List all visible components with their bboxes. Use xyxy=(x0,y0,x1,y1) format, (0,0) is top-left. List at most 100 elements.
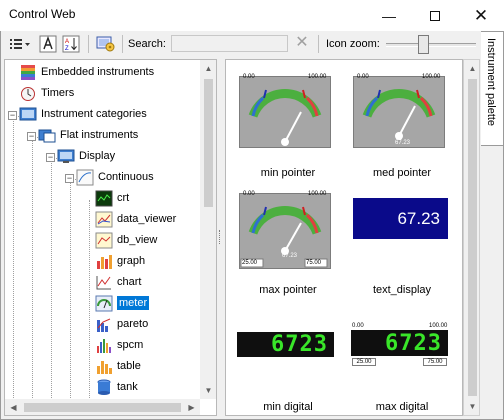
tree-item-spcm[interactable]: spcm xyxy=(95,335,143,355)
scroll-up-icon[interactable]: ▲ xyxy=(464,60,481,77)
gauge-readout: 67.23 xyxy=(395,140,411,146)
table-icon xyxy=(97,360,112,374)
meter-icon xyxy=(95,295,113,311)
collapse-toggle[interactable]: − xyxy=(27,132,36,141)
spcm-icon xyxy=(97,338,111,353)
tree-item-label: meter xyxy=(117,296,150,310)
digital-min-label: 0.00 xyxy=(352,323,364,329)
instrument-categories-icon xyxy=(19,107,37,120)
clear-search-button[interactable]: ✕ xyxy=(294,35,310,52)
db-view-icon xyxy=(95,232,113,248)
tree-connector xyxy=(89,200,90,415)
close-icon: ✕ xyxy=(473,5,489,25)
timer-icon xyxy=(21,86,35,101)
collapse-toggle[interactable]: − xyxy=(65,174,74,183)
tree-item-flat-instruments[interactable]: Flat instruments xyxy=(38,125,138,145)
tree-item-label: Display xyxy=(79,150,116,162)
scroll-right-icon[interactable]: ▶ xyxy=(183,399,200,415)
tree-connector xyxy=(70,180,71,415)
tree-item-meter[interactable]: meter xyxy=(95,293,150,313)
tree-item-instrument-categories[interactable]: Instrument categories xyxy=(19,104,147,124)
tree-item-label: db_view xyxy=(117,234,158,246)
tree-hscroll-thumb[interactable] xyxy=(24,403,181,412)
gauge-max-label: 100.00 xyxy=(308,191,327,197)
scroll-left-icon[interactable]: ◀ xyxy=(5,399,22,415)
tree-scroll-thumb[interactable] xyxy=(204,79,213,207)
instrument-palette: 0.00 100.00 min pointer 0.00 100.00 67.2… xyxy=(225,59,463,416)
window-title: Control Web xyxy=(9,7,76,21)
gauge-low-limit: 25.00 xyxy=(242,260,258,266)
continuous-icon xyxy=(76,169,94,185)
palette-item-min-digital[interactable]: 6723 min digital xyxy=(229,320,347,415)
minimize-icon: — xyxy=(382,7,396,24)
data-viewer-icon xyxy=(95,211,113,227)
palette-settings-button[interactable] xyxy=(95,34,117,54)
minimize-button[interactable]: — xyxy=(366,0,412,31)
tree-item-label: Timers xyxy=(41,87,75,99)
gauge-readout: 67.23 xyxy=(282,253,298,259)
tree-item-label: Instrument categories xyxy=(41,108,147,120)
chart-icon xyxy=(96,275,111,289)
tree-horizontal-scrollbar[interactable]: ◀ ▶ xyxy=(5,399,200,415)
sort-alpha-button[interactable] xyxy=(38,34,58,54)
collapse-toggle[interactable]: − xyxy=(46,153,55,162)
tab-instrument-palette-label: Instrument palette xyxy=(485,38,497,127)
max-digital-preview: 6723 xyxy=(351,330,448,356)
splitter-grip[interactable] xyxy=(219,230,221,244)
palette-item-label: max pointer xyxy=(259,284,317,296)
tree-item-label: Embedded instruments xyxy=(41,66,155,78)
search-label: Search: xyxy=(128,38,166,50)
digital-low-limit: 25.00 xyxy=(352,358,376,366)
list-view-icon xyxy=(10,39,30,49)
tree-item-tank[interactable]: tank xyxy=(95,377,138,397)
tank-icon xyxy=(97,379,111,395)
maximize-icon xyxy=(430,10,440,21)
min-pointer-gauge-preview xyxy=(239,76,331,148)
scroll-down-icon[interactable]: ▼ xyxy=(464,398,481,415)
tab-instrument-palette[interactable]: Instrument palette xyxy=(481,31,504,146)
tree-vertical-scrollbar[interactable]: ▲ ▼ xyxy=(200,60,216,399)
tree-item-label: chart xyxy=(117,276,142,288)
tree-item-chart[interactable]: chart xyxy=(95,272,141,292)
search-input[interactable] xyxy=(171,35,288,52)
palette-item-max-digital[interactable]: 0.00 100.00 6723 25.00 75.00 max digital xyxy=(343,320,461,415)
tree-item-crt[interactable]: crt xyxy=(95,188,129,208)
maximize-button[interactable] xyxy=(412,0,458,31)
tree-item-label: crt xyxy=(117,192,130,204)
embedded-instruments-icon xyxy=(21,64,35,80)
tree-item-timers[interactable]: Timers xyxy=(19,83,74,103)
tree-item-data-viewer[interactable]: data_viewer xyxy=(95,209,176,229)
gauge-max-label: 100.00 xyxy=(422,74,441,80)
palette-item-text-display[interactable]: 67.23 text_display xyxy=(343,193,461,303)
tree-item-graph[interactable]: graph xyxy=(95,251,145,271)
palette-item-min-pointer[interactable]: 0.00 100.00 min pointer xyxy=(229,74,347,186)
flat-instruments-icon xyxy=(38,129,56,142)
close-button[interactable]: ✕ xyxy=(458,0,504,31)
palette-vertical-scrollbar[interactable]: ▲ ▼ xyxy=(463,59,480,416)
icon-zoom-slider-thumb[interactable] xyxy=(417,35,429,54)
instrument-tree[interactable]: − − − − Embedded instruments Timers Inst… xyxy=(4,59,217,416)
icon-zoom-slider-track[interactable] xyxy=(386,43,476,47)
scroll-up-icon[interactable]: ▲ xyxy=(200,60,216,77)
tree-item-table[interactable]: table xyxy=(95,356,141,376)
tree-item-label: tank xyxy=(117,381,138,393)
toolbar-separator xyxy=(318,35,319,53)
palette-item-med-pointer[interactable]: 0.00 100.00 67.23 med pointer xyxy=(343,74,461,186)
digital-high-limit: 75.00 xyxy=(423,358,447,366)
display-icon xyxy=(57,149,75,163)
palette-scroll-thumb[interactable] xyxy=(468,79,477,396)
palette-item-max-pointer[interactable]: 0.00 100.00 67.23 25.00 75.00 max pointe… xyxy=(229,191,347,303)
collapse-toggle[interactable]: − xyxy=(8,111,17,120)
tree-item-db-view[interactable]: db_view xyxy=(95,230,157,250)
tree-item-embedded-instruments[interactable]: Embedded instruments xyxy=(19,62,154,82)
font-a-icon xyxy=(39,35,57,53)
tree-item-pareto[interactable]: pareto xyxy=(95,314,148,334)
tree-item-label: graph xyxy=(117,255,146,267)
digital-max-label: 100.00 xyxy=(429,323,448,329)
graph-icon xyxy=(97,254,112,269)
sort-order-button[interactable]: A Z xyxy=(61,34,81,54)
tree-item-display[interactable]: Display xyxy=(57,146,115,166)
tree-item-continuous[interactable]: Continuous xyxy=(76,167,154,187)
view-menu-button[interactable] xyxy=(4,34,36,54)
scroll-down-icon[interactable]: ▼ xyxy=(200,382,216,399)
